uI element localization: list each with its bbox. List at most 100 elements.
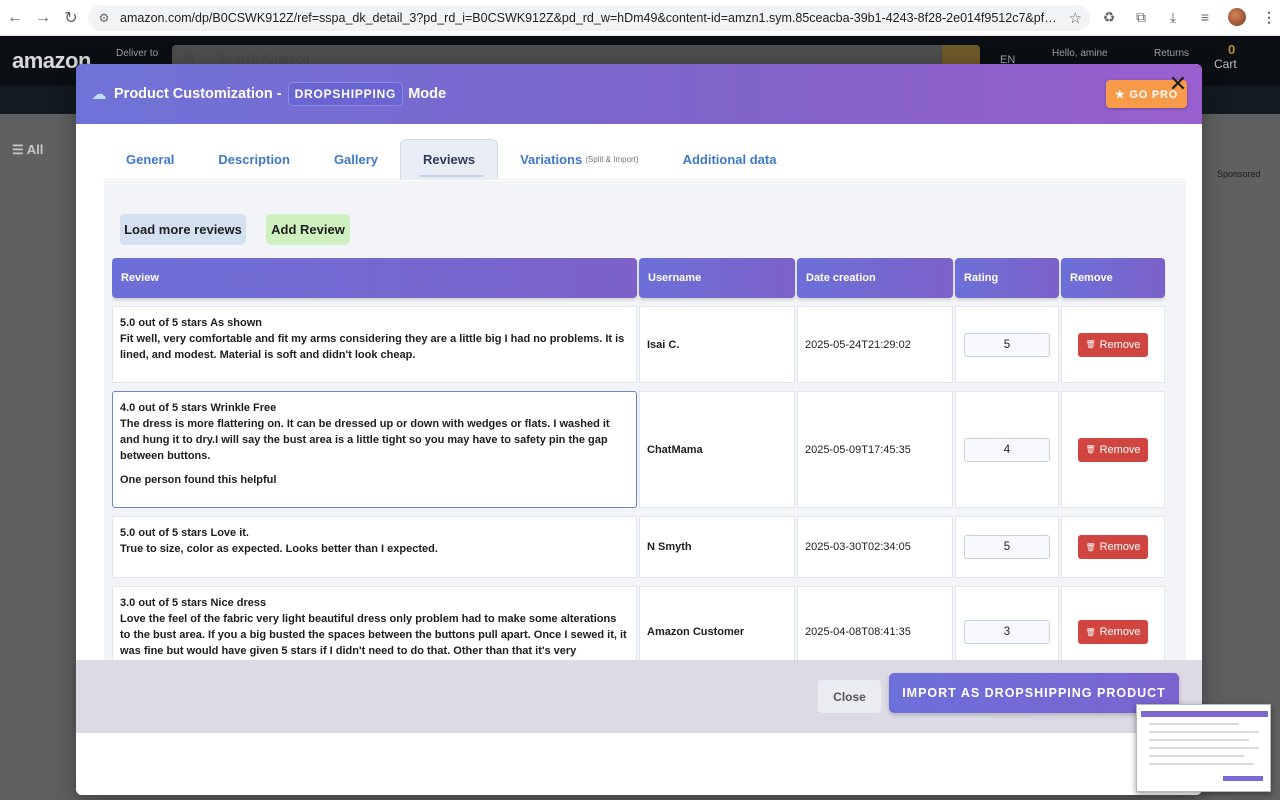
remove-label: Remove bbox=[1099, 443, 1141, 456]
reload-icon[interactable]: ↻ bbox=[58, 5, 84, 31]
table-row-review[interactable]: 3.0 out of 5 stars Nice dress Love the f… bbox=[112, 586, 637, 660]
cart-link[interactable]: 0 Cart bbox=[1214, 42, 1237, 71]
thumbnail-line bbox=[1149, 763, 1254, 765]
returns-link[interactable]: Returns bbox=[1154, 48, 1189, 59]
mode-suffix: Mode bbox=[408, 86, 447, 102]
remove-review-button[interactable]: 🗑 Remove bbox=[1078, 620, 1148, 644]
remove-review-button[interactable]: 🗑 Remove bbox=[1078, 437, 1148, 462]
review-rating-cell: 5 bbox=[955, 306, 1059, 383]
remove-label: Remove bbox=[1099, 626, 1141, 638]
review-username: ChatMama bbox=[639, 391, 795, 508]
trash-icon: 🗑 bbox=[1085, 445, 1096, 454]
review-remove-cell: 🗑 Remove bbox=[1061, 586, 1165, 660]
tab-bar: General Description Gallery Reviews Vari… bbox=[104, 139, 1186, 180]
review-body: True to size, color as expected. Looks b… bbox=[120, 543, 438, 555]
review-date: 2025-04-08T08:41:35 bbox=[797, 586, 953, 660]
review-body: Love the feel of the fabric very light b… bbox=[120, 613, 627, 657]
thumbnail-line bbox=[1149, 739, 1249, 741]
cart-label: Cart bbox=[1214, 57, 1237, 71]
tab-gallery[interactable]: Gallery bbox=[312, 139, 400, 179]
tab-reviews[interactable]: Reviews bbox=[400, 139, 499, 179]
column-header-username: Username bbox=[639, 258, 795, 298]
browser-menu-icon[interactable]: ⋮ bbox=[1260, 6, 1278, 28]
app-logo-icon: ☁ bbox=[91, 86, 107, 103]
review-username: N Smyth bbox=[639, 516, 795, 578]
review-title: 4.0 out of 5 stars Wrinkle Free bbox=[120, 402, 277, 414]
modal-body: General Description Gallery Reviews Vari… bbox=[76, 124, 1202, 660]
column-header-remove: Remove bbox=[1061, 258, 1165, 298]
recycle-extension-icon[interactable]: ♻ bbox=[1100, 6, 1118, 28]
review-title: 5.0 out of 5 stars Love it. bbox=[120, 527, 249, 539]
table-row-review[interactable]: 4.0 out of 5 stars Wrinkle Free The dres… bbox=[112, 391, 637, 508]
trash-icon: 🗑 bbox=[1085, 542, 1096, 552]
bookmark-star-icon[interactable]: ☆ bbox=[1069, 9, 1082, 27]
tab-description[interactable]: Description bbox=[196, 139, 312, 179]
tab-general[interactable]: General bbox=[104, 139, 196, 179]
trash-icon: 🗑 bbox=[1085, 627, 1096, 637]
review-title: 5.0 out of 5 stars As shown bbox=[120, 317, 263, 329]
close-icon[interactable]: ✕ bbox=[1168, 73, 1188, 95]
add-review-button[interactable]: Add Review bbox=[266, 214, 350, 245]
cart-count: 0 bbox=[1228, 42, 1236, 57]
tab-variations[interactable]: Variations (Split & Import) bbox=[498, 139, 660, 179]
review-body: The dress is more flattering on. It can … bbox=[120, 418, 610, 462]
trash-icon: 🗑 bbox=[1085, 340, 1096, 349]
extensions-puzzle-icon[interactable]: ⧉ bbox=[1132, 6, 1150, 28]
review-username: Isai C. bbox=[639, 306, 795, 383]
thumbnail-line bbox=[1149, 747, 1259, 749]
address-bar[interactable]: ⚙ amazon.com/dp/B0CSWK912Z/ref=sspa_dk_d… bbox=[88, 5, 1090, 31]
modal-bottom-spacer bbox=[76, 733, 1202, 795]
back-icon[interactable]: ← bbox=[2, 5, 28, 31]
review-remove-cell: 🗑 Remove bbox=[1061, 516, 1165, 578]
review-date: 2025-05-09T17:45:35 bbox=[797, 391, 953, 508]
thumbnail-line bbox=[1149, 723, 1239, 725]
review-title: 3.0 out of 5 stars Nice dress bbox=[120, 597, 267, 609]
review-helpful-text: One person found this helpful bbox=[120, 474, 277, 486]
deliver-to-label[interactable]: Deliver to bbox=[116, 48, 158, 59]
site-info-icon[interactable]: ⚙ bbox=[96, 10, 112, 26]
tab-variations-label: Variations bbox=[520, 151, 583, 167]
remove-label: Remove bbox=[1099, 541, 1141, 553]
forward-icon[interactable]: → bbox=[30, 5, 56, 31]
rating-input[interactable]: 3 bbox=[964, 620, 1050, 644]
thumbnail-button bbox=[1223, 776, 1263, 781]
product-customization-modal: ☁ Product Customization - DROPSHIPPING M… bbox=[76, 64, 1202, 795]
mode-badge: DROPSHIPPING bbox=[287, 82, 404, 106]
remove-review-button[interactable]: 🗑 Remove bbox=[1078, 535, 1148, 559]
review-rating-cell: 4 bbox=[955, 391, 1059, 508]
rating-input[interactable]: 5 bbox=[964, 535, 1050, 559]
review-rating-cell: 3 bbox=[955, 586, 1059, 660]
sponsored-label: Sponsored bbox=[1217, 169, 1261, 179]
column-header-date: Date creation bbox=[797, 258, 953, 298]
modal-header: ☁ Product Customization - DROPSHIPPING M… bbox=[76, 64, 1202, 124]
all-menu-button[interactable]: ☰ All bbox=[12, 142, 43, 158]
profile-avatar[interactable] bbox=[1228, 8, 1246, 26]
url-text[interactable]: amazon.com/dp/B0CSWK912Z/ref=sspa_dk_det… bbox=[120, 11, 1061, 25]
table-row-review[interactable]: 5.0 out of 5 stars As shown Fit well, ve… bbox=[112, 306, 637, 383]
column-header-rating: Rating bbox=[955, 258, 1059, 298]
close-button[interactable]: Close bbox=[818, 680, 881, 713]
download-icon[interactable]: ⤓ bbox=[1164, 6, 1182, 28]
review-body: Fit well, very comfortable and fit my ar… bbox=[120, 333, 625, 361]
rating-input[interactable]: 4 bbox=[964, 437, 1050, 462]
modal-title: Product Customization - bbox=[114, 86, 282, 102]
tab-variations-sub: (Split & Import) bbox=[585, 154, 639, 164]
modal-footer: Close IMPORT AS DROPSHIPPING PRODUCT bbox=[76, 660, 1202, 733]
thumbnail-header bbox=[1141, 711, 1268, 717]
account-greeting[interactable]: Hello, amine bbox=[1052, 48, 1108, 59]
table-row-review[interactable]: 5.0 out of 5 stars Love it. True to size… bbox=[112, 516, 637, 578]
media-queue-icon[interactable]: ≡ bbox=[1196, 6, 1214, 28]
review-username: Amazon Customer bbox=[639, 586, 795, 660]
review-remove-cell: 🗑 Remove bbox=[1061, 306, 1165, 383]
browser-actions: ♻ ⧉ ⤓ ≡ ⋮ bbox=[1100, 6, 1278, 28]
review-date: 2025-05-24T21:29:02 bbox=[797, 306, 953, 383]
tab-additional-data[interactable]: Additional data bbox=[661, 139, 799, 179]
load-more-reviews-button[interactable]: Load more reviews bbox=[120, 214, 246, 245]
thumbnail-line bbox=[1149, 731, 1259, 733]
rating-input[interactable]: 5 bbox=[964, 332, 1050, 357]
remove-review-button[interactable]: 🗑 Remove bbox=[1078, 332, 1148, 357]
reviews-table: Review Username Date creation Rating Rem… bbox=[112, 258, 1166, 660]
thumbnail-line bbox=[1149, 755, 1244, 757]
browser-toolbar: ← → ↻ ⚙ amazon.com/dp/B0CSWK912Z/ref=ssp… bbox=[0, 0, 1280, 36]
screenshot-thumbnail-preview[interactable] bbox=[1136, 704, 1271, 792]
